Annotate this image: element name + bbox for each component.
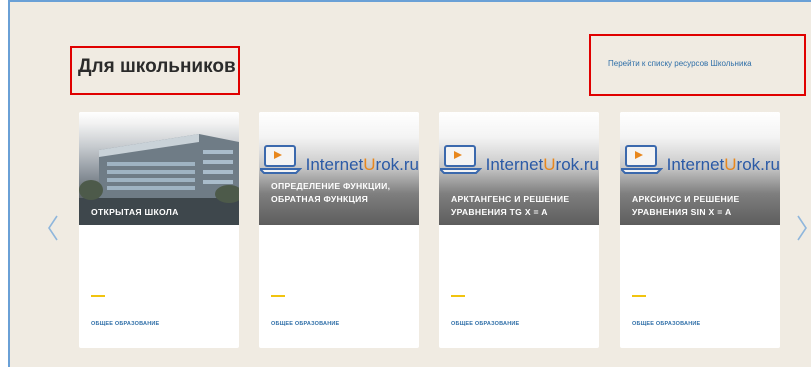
card-category[interactable]: ОБЩЕЕ ОБРАЗОВАНИЕ	[632, 321, 700, 327]
brand-logo: InternetUrok.ru	[486, 155, 599, 175]
laptop-icon	[440, 145, 482, 174]
internet-urok-thumbnail: InternetUrok.ru	[259, 112, 419, 225]
brand-accent-text: U	[543, 155, 556, 174]
brand-main-text: Internet	[485, 155, 544, 174]
card-title: АРКСИНУС И РЕШЕНИЕ УРАВНЕНИЯ SIN X = A	[632, 194, 740, 217]
all-resources-link[interactable]: Перейти к списку ресурсов Школьника	[608, 59, 752, 68]
resource-card[interactable]: InternetUrok.ru ОПРЕДЕЛЕНИЕ ФУНКЦИИ, ОБР…	[259, 112, 419, 348]
card-category[interactable]: ОБЩЕЕ ОБРАЗОВАНИЕ	[271, 321, 339, 327]
card-accent-line	[451, 295, 465, 297]
card-accent-line	[271, 295, 285, 297]
section-title: Для школьников	[78, 56, 236, 77]
brand-logo: InternetUrok.ru	[667, 155, 780, 175]
card-category[interactable]: ОБЩЕЕ ОБРАЗОВАНИЕ	[91, 321, 159, 327]
carousel-prev-button[interactable]	[47, 214, 59, 242]
resource-card[interactable]: InternetUrok.ru АРКСИНУС И РЕШЕНИЕ УРАВН…	[620, 112, 780, 348]
card-title: АРКТАНГЕНС И РЕШЕНИЕ УРАВНЕНИЯ TG X = A	[451, 194, 570, 217]
brand-tail-text: rok.ru	[375, 155, 419, 174]
brand-main-text: Internet	[666, 155, 725, 174]
card-title: ОПРЕДЕЛЕНИЕ ФУНКЦИИ, ОБРАТНАЯ ФУНКЦИЯ	[271, 181, 391, 204]
laptop-icon	[621, 145, 663, 174]
chevron-left-icon	[48, 215, 58, 241]
brand-tail-text: rok.ru	[555, 155, 599, 174]
brand-accent-text: U	[363, 155, 376, 174]
laptop-icon	[260, 145, 302, 174]
brand-main-text: Internet	[305, 155, 364, 174]
brand-tail-text: rok.ru	[736, 155, 780, 174]
resource-card[interactable]: InternetUrok.ru АРКТАНГЕНС И РЕШЕНИЕ УРА…	[439, 112, 599, 348]
card-accent-line	[632, 295, 646, 297]
carousel-next-button[interactable]	[796, 214, 808, 242]
brand-logo: InternetUrok.ru	[306, 155, 419, 175]
card-category[interactable]: ОБЩЕЕ ОБРАЗОВАНИЕ	[451, 321, 519, 327]
resource-card[interactable]: ОТКРЫТАЯ ШКОЛА ОБЩЕЕ ОБРАЗОВАНИЕ	[79, 112, 239, 348]
brand-accent-text: U	[724, 155, 737, 174]
card-title: ОТКРЫТАЯ ШКОЛА	[91, 207, 179, 217]
chevron-right-icon	[797, 215, 807, 241]
card-accent-line	[91, 295, 105, 297]
